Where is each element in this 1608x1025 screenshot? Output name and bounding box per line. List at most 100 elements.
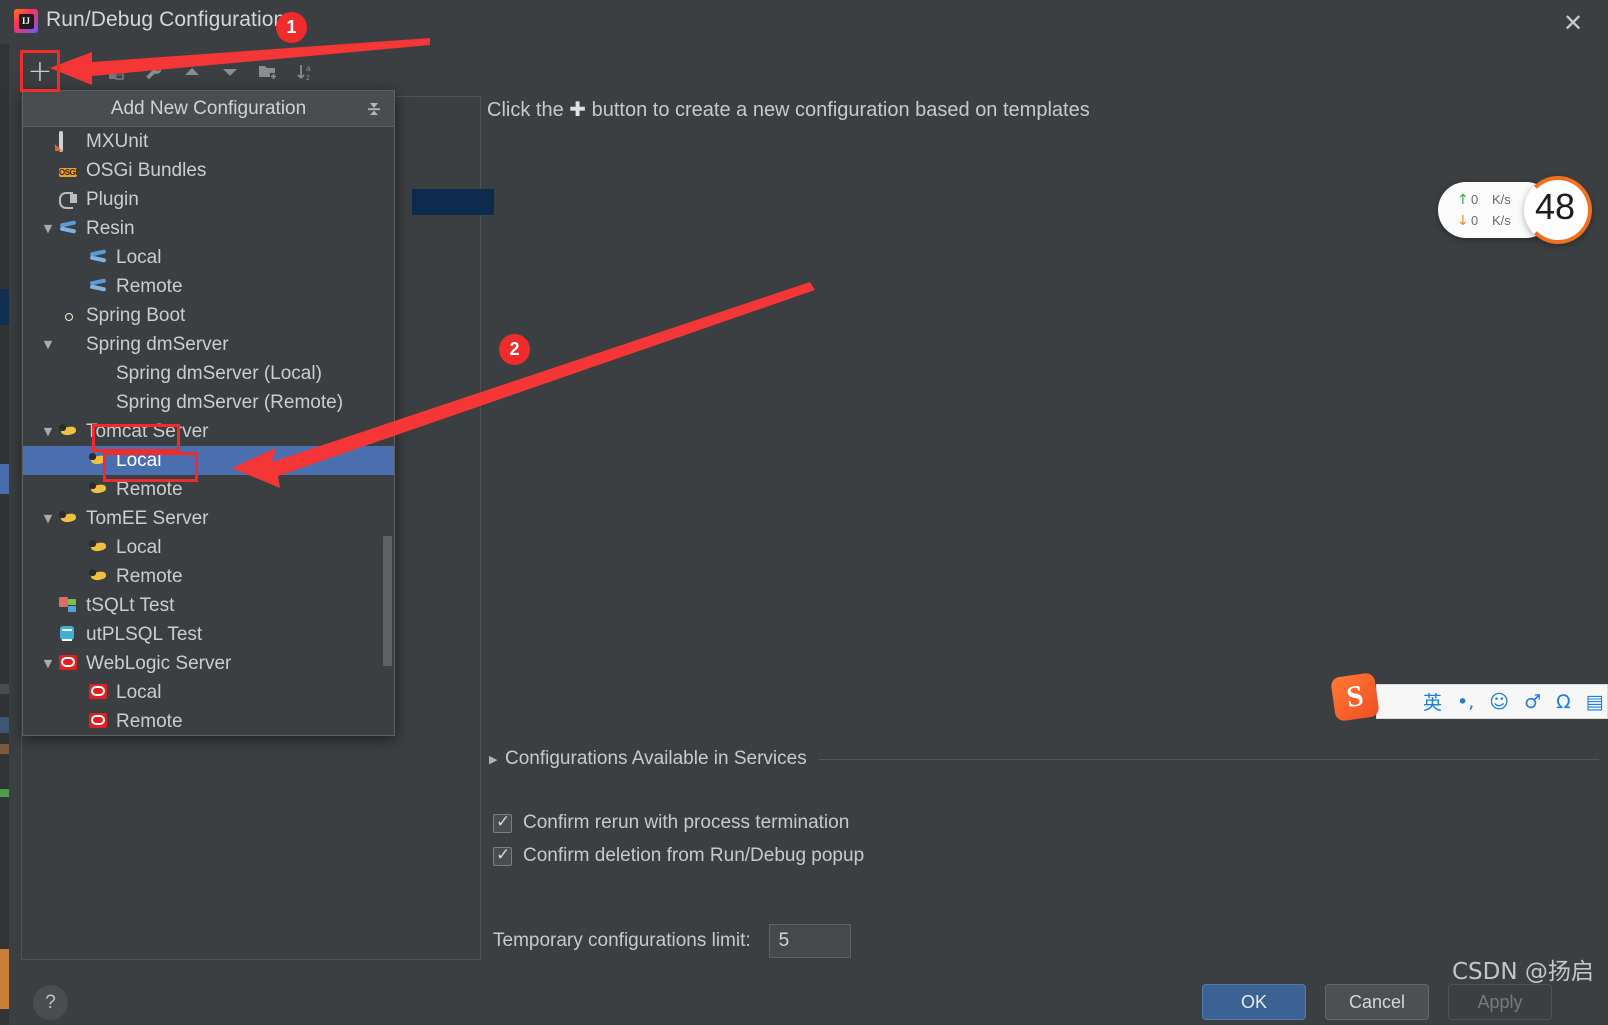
- collapse-all-icon[interactable]: [362, 97, 386, 121]
- weblogic-icon-glyph: [89, 683, 107, 699]
- ime-toolbar-item[interactable]: ▤: [1586, 691, 1604, 713]
- arrow-up-icon: ↑: [1457, 191, 1469, 208]
- move-down-button[interactable]: [211, 52, 249, 92]
- strip-highlight: [0, 289, 9, 325]
- sort-button[interactable]: a z: [287, 52, 325, 92]
- configurations-toolbar: + − a z: [21, 50, 481, 94]
- services-section-header[interactable]: ▶ Configurations Available in Services: [489, 747, 1599, 771]
- help-button[interactable]: ?: [33, 985, 68, 1020]
- cpu-usage-value: 48: [1535, 186, 1576, 227]
- section-divider: [818, 758, 1599, 760]
- mxunit-icon-glyph: [59, 130, 63, 152]
- chevron-down-icon[interactable]: ▼: [37, 425, 59, 438]
- chevron-down-icon[interactable]: ▼: [37, 222, 59, 235]
- popup-header: Add New Configuration: [23, 91, 394, 127]
- configuration-type-item[interactable]: ▼ WebLogic Server: [23, 649, 394, 678]
- configuration-type-item[interactable]: Spring dmServer (Remote): [23, 388, 394, 417]
- resin-icon: [89, 278, 109, 296]
- configuration-type-item[interactable]: Remote: [23, 272, 394, 301]
- background-editor-strip: [0, 44, 9, 1025]
- ime-toolbar-item[interactable]: 英: [1423, 688, 1442, 715]
- tsqlt-icon: [59, 597, 79, 615]
- confirm-rerun-label: Confirm rerun with process termination: [523, 812, 850, 833]
- configuration-type-item[interactable]: tSQLt Test: [23, 591, 394, 620]
- svg-text:z: z: [306, 73, 310, 82]
- close-icon[interactable]: ✕: [1558, 8, 1588, 38]
- configuration-type-item[interactable]: Local: [23, 678, 394, 707]
- configuration-type-item[interactable]: ▼ TomEE Server: [23, 504, 394, 533]
- configuration-type-label: Resin: [86, 217, 135, 239]
- ime-toolbar-item[interactable]: ☺: [1489, 691, 1509, 713]
- configuration-type-label: TomEE Server: [86, 507, 209, 529]
- wrench-icon: [146, 64, 162, 80]
- weblogic-icon-glyph: [59, 654, 77, 670]
- configuration-type-item[interactable]: Local: [23, 446, 394, 475]
- edit-templates-button[interactable]: [135, 52, 173, 92]
- copy-configuration-button[interactable]: [97, 52, 135, 92]
- configuration-type-label: Spring dmServer (Local): [116, 362, 322, 384]
- services-section-label: Configurations Available in Services: [505, 748, 807, 769]
- configuration-type-label: Remote: [116, 710, 183, 732]
- apply-button[interactable]: Apply: [1448, 984, 1552, 1020]
- folder-add-icon: [259, 66, 277, 80]
- temporary-limit-input[interactable]: 5: [768, 924, 851, 958]
- highlight-box-add-button: [20, 50, 60, 92]
- configuration-type-item[interactable]: Plugin: [23, 185, 394, 214]
- configuration-type-label: tSQLt Test: [86, 594, 175, 616]
- configuration-type-item[interactable]: Remote: [23, 707, 394, 735]
- run-debug-configurations-dialog: IJ Run/Debug Configurations ✕ + − a z ? …: [0, 0, 1608, 1025]
- arrow-down-icon: ↓: [1457, 212, 1469, 229]
- ime-toolbar-item[interactable]: •,: [1457, 691, 1474, 713]
- configuration-type-item[interactable]: ▼ Spring dmServer: [23, 330, 394, 359]
- configuration-type-label: Remote: [116, 275, 183, 297]
- upload-speed-unit: K/s: [1492, 192, 1511, 207]
- configuration-type-item[interactable]: OSGI OSGi Bundles: [23, 156, 394, 185]
- configuration-type-item[interactable]: ▼ Tomcat Server: [23, 417, 394, 446]
- checkbox-icon: [493, 845, 512, 866]
- weblogic-icon: [89, 683, 109, 702]
- add-new-configuration-popup: Add New Configuration MXUnit OSGI OSGi Bun…: [22, 90, 395, 736]
- popup-scrollbar[interactable]: [383, 536, 392, 666]
- configuration-type-item[interactable]: Spring Boot: [23, 301, 394, 330]
- remove-configuration-button[interactable]: −: [59, 52, 97, 92]
- configuration-type-list[interactable]: MXUnit OSGI OSGi Bundles Plugin ▼ Resin Local R…: [23, 127, 394, 735]
- chevron-down-icon[interactable]: ▼: [37, 657, 59, 670]
- watermark: CSDN @扬启: [1452, 959, 1594, 985]
- ime-toolbar-item[interactable]: ♂: [1524, 691, 1541, 713]
- ok-button[interactable]: OK: [1202, 984, 1306, 1020]
- chevron-down-icon[interactable]: ▼: [37, 338, 59, 351]
- cancel-button[interactable]: Cancel: [1325, 984, 1429, 1020]
- configuration-type-item[interactable]: Local: [23, 533, 394, 562]
- popup-title: Add New Configuration: [110, 97, 307, 119]
- configuration-type-item[interactable]: Remote: [23, 562, 394, 591]
- move-up-button[interactable]: [173, 52, 211, 92]
- confirm-deletion-label: Confirm deletion from Run/Debug popup: [523, 845, 865, 866]
- confirm-rerun-checkbox[interactable]: Confirm rerun with process termination: [493, 812, 849, 834]
- configuration-type-label: MXUnit: [86, 130, 149, 152]
- configuration-type-item[interactable]: Remote: [23, 475, 394, 504]
- configuration-type-item[interactable]: MXUnit: [23, 127, 394, 156]
- configuration-type-item[interactable]: ▼ Resin: [23, 214, 394, 243]
- confirm-deletion-checkbox[interactable]: Confirm deletion from Run/Debug popup: [493, 845, 864, 867]
- new-folder-button[interactable]: [249, 52, 287, 92]
- configuration-type-item[interactable]: Spring dmServer (Local): [23, 359, 394, 388]
- sogou-logo-icon[interactable]: S: [1330, 672, 1380, 722]
- sogou-ime-toolbar[interactable]: 英 •, ☺ ♂ Ω ▤: [1376, 684, 1608, 719]
- configuration-selected-row[interactable]: [412, 189, 494, 215]
- configuration-type-item[interactable]: Local: [23, 243, 394, 272]
- chevron-down-icon[interactable]: ▼: [37, 512, 59, 525]
- strip-marker: [0, 744, 9, 754]
- download-speed-value: 0: [1471, 213, 1479, 228]
- upload-speed-value: 0: [1471, 192, 1479, 207]
- copy-icon: [109, 64, 124, 80]
- configuration-type-label: Spring dmServer: [86, 333, 229, 355]
- configuration-type-label: WebLogic Server: [86, 652, 232, 674]
- utplsql-icon: [59, 626, 79, 644]
- resin-icon: [59, 220, 79, 238]
- weblogic-icon-glyph: [89, 712, 107, 728]
- weblogic-icon: [59, 654, 79, 673]
- configuration-type-item[interactable]: utPLSQL Test: [23, 620, 394, 649]
- ime-toolbar-item[interactable]: Ω: [1556, 691, 1571, 713]
- tomcat-icon: [89, 539, 109, 557]
- minus-icon: −: [65, 54, 91, 89]
